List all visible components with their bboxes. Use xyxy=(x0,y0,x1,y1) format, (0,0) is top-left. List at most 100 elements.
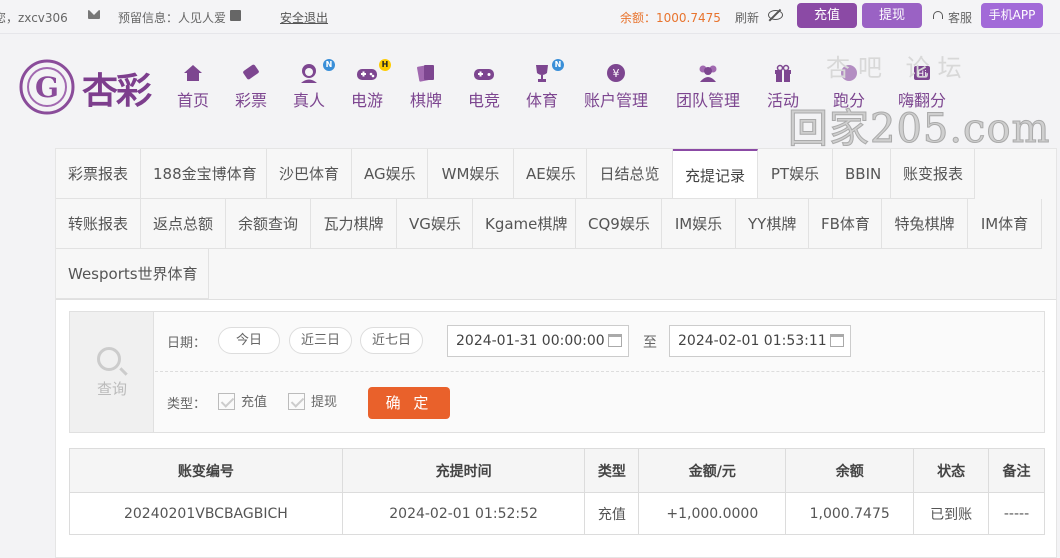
tab-wm[interactable]: WM娱乐 xyxy=(428,149,514,199)
logo-text[interactable]: 杏彩 xyxy=(82,62,152,114)
seven-days-button[interactable]: 近七日 xyxy=(360,327,423,354)
end-date-value: 2024-02-01 01:53:11 xyxy=(678,333,827,349)
start-date-value: 2024-01-31 00:00:00 xyxy=(456,333,605,349)
report-tabs: 彩票报表 188金宝博体育 沙巴体育 AG娱乐 WM娱乐 AE娱乐 日结总览 充… xyxy=(56,149,1056,300)
checkbox-icon[interactable] xyxy=(288,393,305,410)
svg-text:Hi: Hi xyxy=(917,70,926,80)
nav-label: 电游 xyxy=(351,91,384,110)
svg-text:G: G xyxy=(35,71,59,104)
tab-transfer-report[interactable]: 转账报表 xyxy=(56,199,141,249)
search-form: 查询 日期： 今日 近三日 近七日 2024-01-31 00:00:00 至 … xyxy=(69,311,1045,433)
headset-icon[interactable] xyxy=(933,11,943,19)
mail-icon[interactable] xyxy=(88,10,100,19)
table-header-row: 账变编号 充提时间 类型 金额/元 余额 状态 备注 xyxy=(69,448,1045,493)
calendar-icon[interactable] xyxy=(830,334,844,347)
nav-label: 电竞 xyxy=(468,91,501,110)
nav-chess[interactable]: 棋牌 xyxy=(410,62,442,111)
logo-emblem-icon[interactable]: G xyxy=(17,57,77,117)
nav-sports[interactable]: N 体育 xyxy=(526,59,564,111)
edit-icon[interactable] xyxy=(230,10,241,21)
withdraw-checkbox-label: 提现 xyxy=(311,395,338,410)
nav-label: 彩票 xyxy=(235,91,268,110)
tab-wesports[interactable]: Wesports世界体育 xyxy=(56,249,209,299)
nav-label: 团队管理 xyxy=(676,91,741,110)
customer-service-link[interactable]: 客服 xyxy=(948,9,972,26)
three-days-button[interactable]: 近三日 xyxy=(289,327,352,354)
nav-hi-score[interactable]: Hi 嗨翻分 xyxy=(898,62,946,111)
tab-tetu-chess[interactable]: 特兔棋牌 xyxy=(882,199,968,249)
tab-im[interactable]: IM娱乐 xyxy=(662,199,736,249)
nav-team[interactable]: 团队管理 xyxy=(676,62,740,111)
nav-label: 体育 xyxy=(526,91,559,110)
column-header: 充提时间 xyxy=(341,448,586,493)
nav-run-score[interactable]: 跑分 xyxy=(833,62,865,111)
nav-home[interactable]: 首页 xyxy=(177,62,209,111)
balance-display: 余额：1000.7475 xyxy=(620,11,721,25)
account-icon: ¥ xyxy=(584,62,648,84)
tab-account-change[interactable]: 账变报表 xyxy=(891,149,975,199)
deposit-checkbox[interactable]: 充值 xyxy=(218,391,267,410)
deposit-checkbox-label: 充值 xyxy=(241,395,268,410)
confirm-button[interactable]: 确 定 xyxy=(368,387,450,419)
today-button[interactable]: 今日 xyxy=(218,327,280,354)
date-range-separator: 至 xyxy=(643,335,657,351)
search-icon xyxy=(97,347,121,371)
hide-balance-icon[interactable] xyxy=(768,10,783,20)
deposit-button[interactable]: 充值 xyxy=(797,3,857,28)
mobile-app-button[interactable]: 手机APP xyxy=(981,3,1043,28)
tab-wali-chess[interactable]: 瓦力棋牌 xyxy=(311,199,397,249)
tab-ag[interactable]: AG娱乐 xyxy=(352,149,428,199)
tab-saba-sports[interactable]: 沙巴体育 xyxy=(267,149,352,199)
logout-link[interactable]: 安全退出 xyxy=(280,9,328,26)
tab-im-sports[interactable]: IM体育 xyxy=(968,199,1042,249)
tab-188-sports[interactable]: 188金宝博体育 xyxy=(141,149,267,199)
tab-fb-sports[interactable]: FB体育 xyxy=(809,199,882,249)
tab-deposit-withdraw[interactable]: 充提记录 xyxy=(673,149,758,199)
record-remark: ----- xyxy=(988,492,1045,535)
column-header: 金额/元 xyxy=(638,448,787,493)
end-date-input[interactable]: 2024-02-01 01:53:11 xyxy=(669,325,851,357)
nav-lottery[interactable]: 彩票 xyxy=(235,62,267,111)
nav-slots[interactable]: H 电游 xyxy=(351,59,391,111)
calendar-icon[interactable] xyxy=(608,334,622,347)
column-header: 账变编号 xyxy=(69,448,343,493)
tab-yy-chess[interactable]: YY棋牌 xyxy=(736,199,809,249)
checkbox-icon[interactable] xyxy=(218,393,235,410)
new-badge: N xyxy=(323,59,335,71)
records-table: 账变编号 充提时间 类型 金额/元 余额 状态 备注 20240201VBCBA… xyxy=(69,448,1045,535)
tab-cq9[interactable]: CQ9娱乐 xyxy=(576,199,662,249)
start-date-input[interactable]: 2024-01-31 00:00:00 xyxy=(447,325,629,357)
hi-icon: Hi xyxy=(898,62,946,84)
withdraw-button[interactable]: 提现 xyxy=(862,3,922,28)
column-header: 备注 xyxy=(988,448,1045,493)
tab-rebate-total[interactable]: 返点总额 xyxy=(141,199,226,249)
tab-balance-query[interactable]: 余额查询 xyxy=(226,199,311,249)
column-header: 状态 xyxy=(913,448,990,493)
tab-ae[interactable]: AE娱乐 xyxy=(514,149,587,199)
refresh-link[interactable]: 刷新 xyxy=(735,9,759,26)
date-label: 日期： xyxy=(167,336,207,351)
nav-live[interactable]: N 真人 xyxy=(293,59,335,111)
home-icon xyxy=(177,62,209,84)
new-badge: N xyxy=(552,59,564,71)
nav-label: 活动 xyxy=(767,91,800,110)
tab-pt[interactable]: PT娱乐 xyxy=(758,149,833,199)
tab-vg[interactable]: VG娱乐 xyxy=(397,199,473,249)
withdraw-checkbox[interactable]: 提现 xyxy=(288,391,337,410)
tab-bbin[interactable]: BBIN xyxy=(833,149,891,199)
lottery-icon xyxy=(235,62,267,84)
nav-promotions[interactable]: 活动 xyxy=(767,62,799,111)
nav-esports[interactable]: 电竞 xyxy=(468,62,500,111)
search-label-area: 查询 xyxy=(70,312,154,432)
nav-account[interactable]: ¥ 账户管理 xyxy=(584,62,648,111)
nav-label: 真人 xyxy=(293,91,326,110)
gamepad-icon: H xyxy=(351,59,391,84)
top-bar: 您，zxcv306 预留信息：人见人爱 安全退出 余额：1000.7475 刷新… xyxy=(0,0,1060,34)
tab-lottery-report[interactable]: 彩票报表 xyxy=(56,149,141,199)
team-icon xyxy=(676,62,740,84)
nav-label: 账户管理 xyxy=(584,91,649,110)
live-dealer-icon: N xyxy=(293,59,335,84)
nav-label: 棋牌 xyxy=(410,91,443,110)
tab-kgame-chess[interactable]: Kgame棋牌 xyxy=(473,199,576,249)
tab-daily-overview[interactable]: 日结总览 xyxy=(587,149,673,199)
